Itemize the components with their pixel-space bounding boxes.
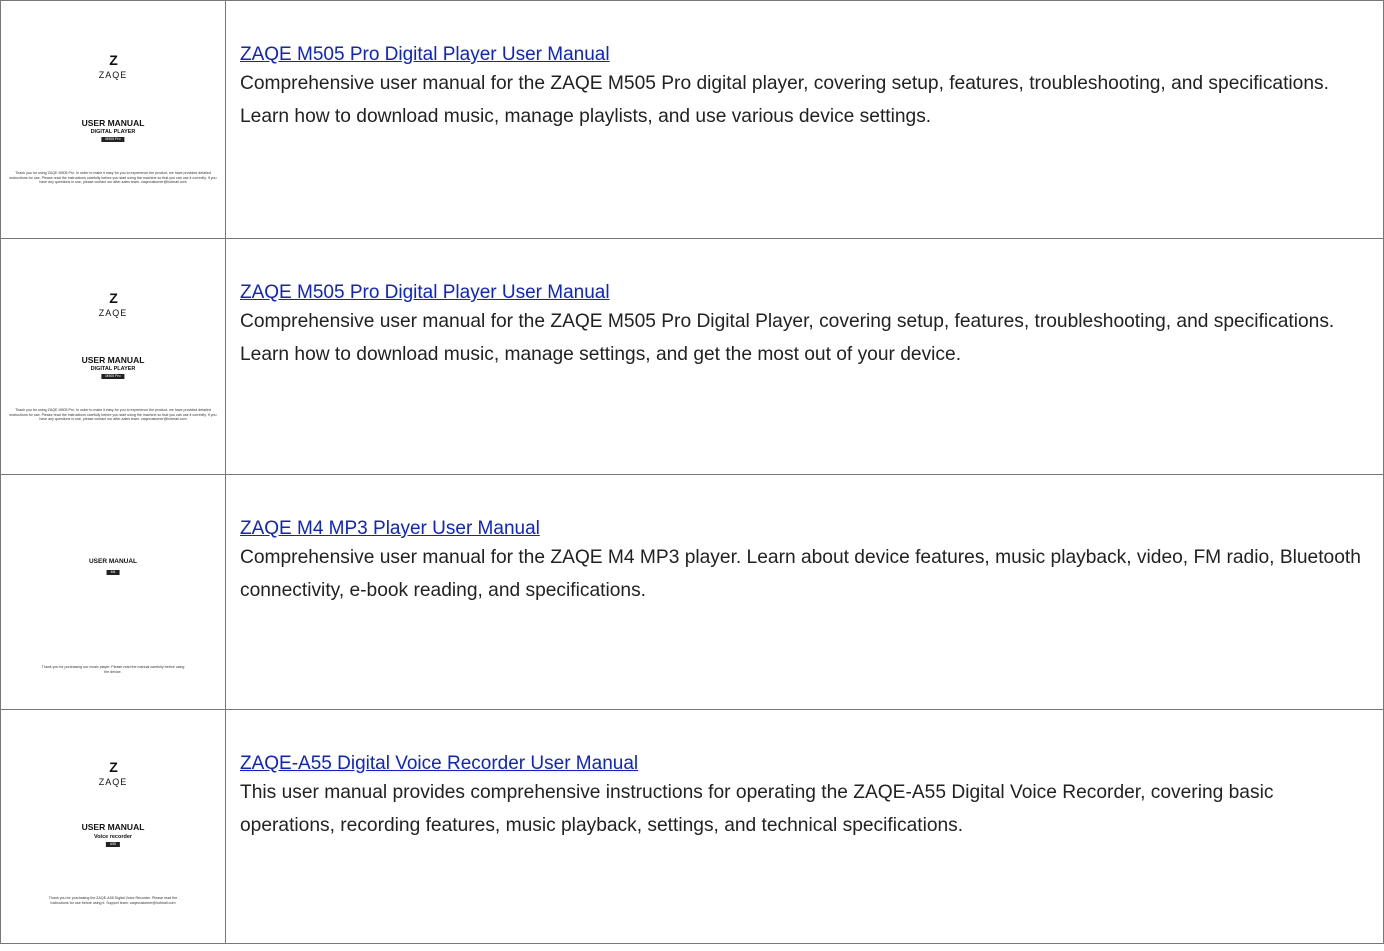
- manual-cover-thumbnail[interactable]: Z ZAQE USER MANUAL DIGITAL PLAYER M505 P…: [1, 239, 225, 474]
- logo-text: ZAQE: [98, 70, 128, 80]
- manual-thumbnail-cell: Z ZAQE USER MANUAL DIGITAL PLAYER M505 P…: [0, 238, 226, 475]
- logo-text: ZAQE: [98, 777, 128, 787]
- cover-note: Thank you for using ZAQE M505 Pro. In or…: [9, 408, 217, 422]
- cover-title: USER MANUAL: [81, 118, 145, 128]
- cover-note: Thank you for purchasing the ZAQE-A55 Di…: [48, 896, 178, 905]
- cover-subtitle: DIGITAL PLAYER: [90, 366, 136, 372]
- manual-thumbnail-cell: Z ZAQE USER MANUAL DIGITAL PLAYER M505 P…: [0, 0, 226, 239]
- manual-cover-thumbnail[interactable]: USER MANUAL M4 Thank you for purchasing …: [1, 475, 225, 709]
- logo-text: ZAQE: [98, 308, 128, 318]
- cover-model-badge: M505 Pro: [101, 137, 125, 142]
- cover-note: Thank you for purchasing our music playe…: [41, 665, 185, 674]
- manual-description: Comprehensive user manual for the ZAQE M…: [240, 311, 1335, 365]
- manual-title-link[interactable]: ZAQE M4 MP3 Player User Manual: [240, 517, 540, 541]
- zaqe-logo-icon: Z: [109, 290, 118, 306]
- zaqe-logo-icon: Z: [109, 52, 118, 68]
- cover-note: Thank you for using ZAQE M505 Pro. In or…: [9, 171, 217, 185]
- manual-title-link[interactable]: ZAQE M505 Pro Digital Player User Manual: [240, 43, 610, 67]
- cover-title: USER MANUAL: [88, 558, 138, 565]
- cover-title: USER MANUAL: [81, 822, 145, 832]
- manual-description: This user manual provides comprehensive …: [240, 782, 1274, 836]
- cover-model-badge: M4: [106, 570, 120, 575]
- cover-subtitle: DIGITAL PLAYER: [90, 129, 136, 135]
- manual-cover-thumbnail[interactable]: Z ZAQE USER MANUAL Voice recorder A55 Th…: [1, 710, 225, 943]
- manual-description: Comprehensive user manual for the ZAQE M…: [240, 547, 1361, 601]
- cover-title: USER MANUAL: [81, 355, 145, 365]
- cover-subtitle: Voice recorder: [93, 834, 133, 840]
- manual-row: Z ZAQE USER MANUAL DIGITAL PLAYER M505 P…: [0, 238, 1384, 475]
- manual-row: Z ZAQE USER MANUAL Voice recorder A55 Th…: [0, 709, 1384, 944]
- manual-description: Comprehensive user manual for the ZAQE M…: [240, 73, 1329, 127]
- manual-thumbnail-cell: Z ZAQE USER MANUAL Voice recorder A55 Th…: [0, 709, 226, 944]
- zaqe-logo-icon: Z: [109, 759, 118, 775]
- manual-row: Z ZAQE USER MANUAL DIGITAL PLAYER M505 P…: [0, 0, 1384, 239]
- manual-text-cell: ZAQE M4 MP3 Player User Manual Comprehen…: [225, 474, 1384, 710]
- manual-text-cell: ZAQE-A55 Digital Voice Recorder User Man…: [225, 709, 1384, 944]
- manual-title-link[interactable]: ZAQE-A55 Digital Voice Recorder User Man…: [240, 752, 638, 776]
- manual-text-cell: ZAQE M505 Pro Digital Player User Manual…: [225, 238, 1384, 475]
- manual-row: USER MANUAL M4 Thank you for purchasing …: [0, 474, 1384, 710]
- manual-title-link[interactable]: ZAQE M505 Pro Digital Player User Manual: [240, 281, 610, 305]
- cover-model-badge: M505 Pro: [101, 374, 125, 379]
- manual-cover-thumbnail[interactable]: Z ZAQE USER MANUAL DIGITAL PLAYER M505 P…: [1, 1, 225, 238]
- cover-model-badge: A55: [105, 842, 121, 847]
- manual-thumbnail-cell: USER MANUAL M4 Thank you for purchasing …: [0, 474, 226, 710]
- manuals-table: Z ZAQE USER MANUAL DIGITAL PLAYER M505 P…: [0, 0, 1384, 944]
- manual-text-cell: ZAQE M505 Pro Digital Player User Manual…: [225, 0, 1384, 239]
